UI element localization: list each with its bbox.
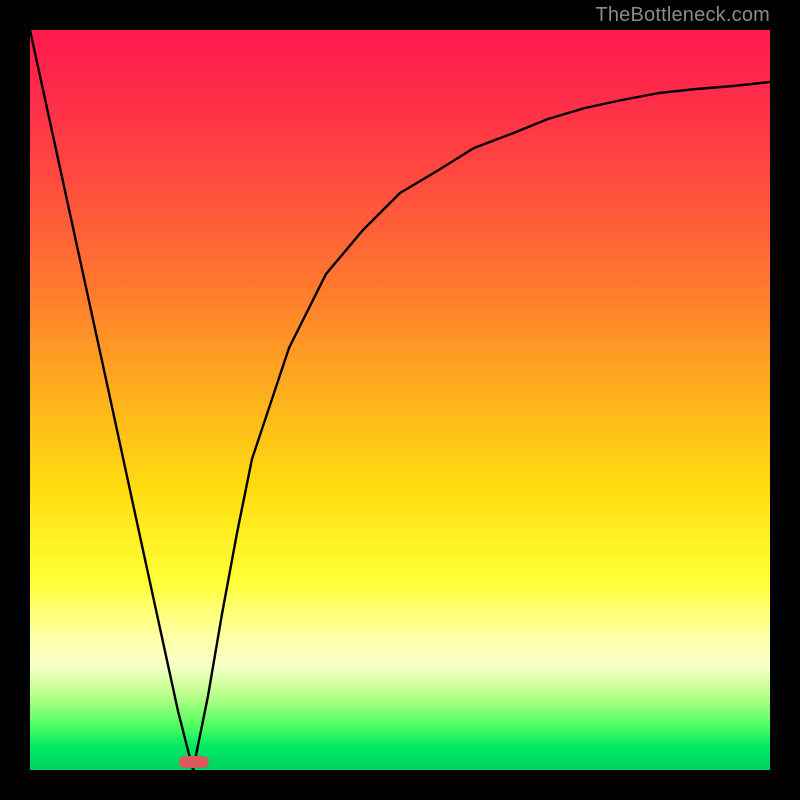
minimum-marker [179,756,209,768]
plot-area [30,30,770,770]
bottleneck-curve [30,30,770,770]
chart-frame: TheBottleneck.com [0,0,800,800]
watermark-text: TheBottleneck.com [595,4,770,27]
curve-svg [30,30,770,770]
